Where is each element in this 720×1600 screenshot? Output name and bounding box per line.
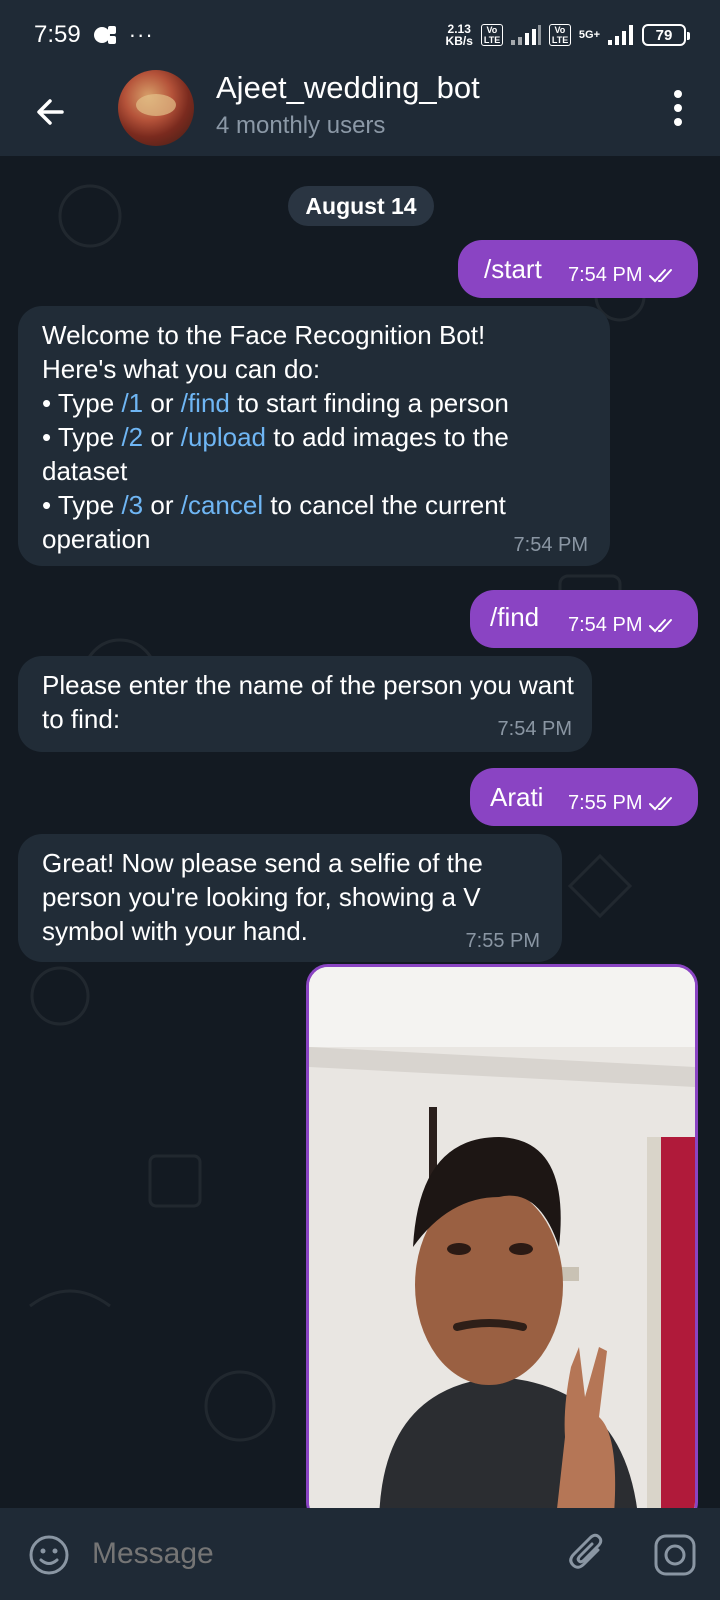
camera-icon[interactable]	[652, 1532, 698, 1578]
status-indicators: 2.13 KB/s Vo LTE Vo LTE 5G+ 79	[445, 22, 690, 48]
welcome-text: Welcome to the Face Recognition Bot! Her…	[42, 320, 509, 554]
message-text: /find	[490, 602, 540, 632]
status-bar: 7:59 ··· 2.13 KB/s Vo LTE Vo LTE 5G+ 79	[0, 0, 720, 70]
chat-title[interactable]: Ajeet_wedding_bot	[216, 70, 480, 106]
chat-subtitle: 4 monthly users	[216, 112, 386, 139]
date-separator: August 14	[288, 186, 434, 226]
volte-badge-2: Vo LTE	[548, 24, 571, 46]
paperclip-icon[interactable]	[568, 1532, 608, 1576]
message-meta: 7:55 PM	[568, 792, 676, 815]
message-text: Arati	[490, 782, 544, 812]
command-link[interactable]: /3	[121, 490, 143, 520]
message-text: /start	[484, 254, 542, 284]
double-check-icon	[649, 268, 673, 282]
message-time: 7:54 PM	[568, 264, 643, 286]
command-link[interactable]: /cancel	[181, 490, 263, 520]
photo-message[interactable]	[306, 964, 698, 1508]
outgoing-message[interactable]: Arati 7:55 PM	[470, 768, 698, 826]
command-link[interactable]: /1	[121, 388, 143, 418]
volte-badge: Vo LTE	[480, 24, 503, 46]
more-notifications-icon: ···	[128, 22, 154, 47]
command-link[interactable]: /upload	[181, 422, 266, 452]
signal-icon	[510, 25, 541, 45]
app-notification-icon	[93, 26, 116, 44]
outgoing-message[interactable]: /find 7:54 PM	[470, 590, 698, 648]
message-meta: 7:54 PM	[568, 614, 676, 637]
message-time: 7:54 PM	[568, 614, 643, 636]
more-vertical-icon[interactable]	[672, 88, 684, 128]
message-time: 7:55 PM	[568, 792, 643, 814]
status-time: 7:59	[34, 21, 81, 48]
message-time: 7:55 PM	[465, 930, 540, 952]
emoji-icon[interactable]	[28, 1534, 70, 1576]
message-input[interactable]	[92, 1534, 532, 1574]
arrow-left-icon[interactable]	[32, 92, 72, 132]
battery-icon: 79	[642, 24, 690, 46]
command-link[interactable]: /2	[121, 422, 143, 452]
chat-header: Ajeet_wedding_bot 4 monthly users	[0, 70, 720, 156]
incoming-message[interactable]: Please enter the name of the person you …	[18, 656, 592, 752]
incoming-message[interactable]: Great! Now please send a selfie of the p…	[18, 834, 562, 962]
chat-area[interactable]: August 14 /start 7:54 PM Welcome to the …	[0, 156, 720, 1508]
selfie-photo	[309, 967, 695, 1508]
command-link[interactable]: /find	[181, 388, 230, 418]
message-input-bar	[0, 1508, 720, 1600]
network-type: 5G+	[578, 28, 600, 41]
network-speed: 2.13 KB/s	[445, 22, 473, 48]
incoming-message[interactable]: Welcome to the Face Recognition Bot! Her…	[18, 306, 610, 566]
message-time: 7:54 PM	[513, 534, 588, 556]
signal-icon-2	[608, 25, 633, 45]
double-check-icon	[649, 618, 673, 632]
message-time: 7:54 PM	[497, 718, 572, 740]
double-check-icon	[649, 796, 673, 810]
message-meta: 7:54 PM	[568, 264, 676, 287]
outgoing-message[interactable]: /start 7:54 PM	[458, 240, 698, 298]
avatar[interactable]	[118, 70, 194, 146]
